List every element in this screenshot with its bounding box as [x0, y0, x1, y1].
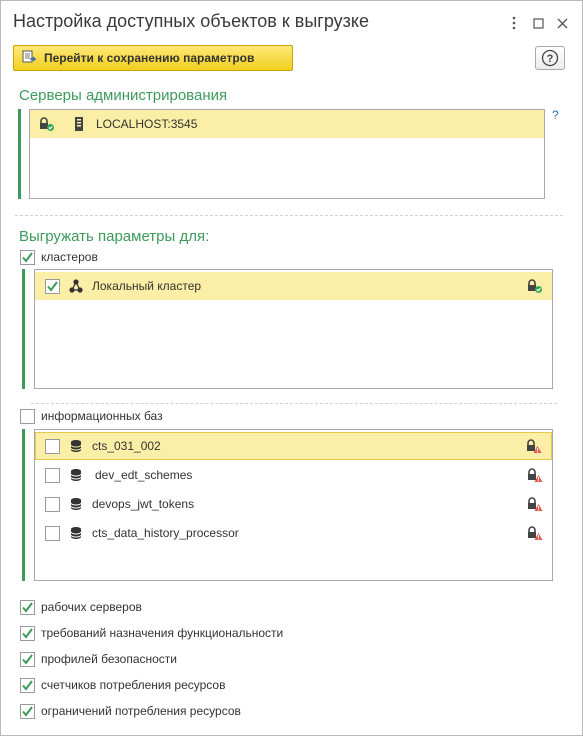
- lock-ok-icon: [38, 116, 56, 132]
- option-checkbox-row[interactable]: рабочих серверов: [20, 598, 142, 616]
- option-checkbox[interactable]: [20, 677, 35, 693]
- infobases-group-bar: [22, 429, 25, 581]
- divider: [15, 215, 563, 216]
- option-checkbox-row[interactable]: ограничений потребления ресурсов: [20, 702, 241, 720]
- lock-warning-icon: [525, 438, 543, 454]
- lock-warning-icon: [526, 525, 544, 541]
- export-for-title: Выгружать параметры для:: [19, 228, 210, 245]
- admin-servers-title: Серверы администрирования: [19, 87, 228, 104]
- clusters-group-bar: [22, 269, 25, 389]
- kebab-menu-icon[interactable]: [502, 13, 526, 33]
- clusters-checkbox[interactable]: [20, 249, 35, 265]
- infobases-list[interactable]: cts_031_002 dev_edt_schemes devops_jwt_t…: [34, 429, 553, 581]
- clusters-label: кластеров: [41, 250, 98, 264]
- infobase-item-checkbox[interactable]: [45, 467, 60, 483]
- infobase-item-label: devops_jwt_tokens: [92, 497, 195, 511]
- cluster-item-checkbox[interactable]: [45, 278, 60, 294]
- infobases-label: информационных баз: [41, 409, 163, 423]
- infobases-checkbox[interactable]: [20, 408, 35, 424]
- settings-window: Настройка доступных объектов к выгрузке …: [0, 0, 583, 736]
- option-checkbox[interactable]: [20, 625, 35, 641]
- database-icon: [70, 497, 82, 511]
- window-title: Настройка доступных объектов к выгрузке: [13, 11, 369, 31]
- list-item[interactable]: Локальный кластер: [35, 272, 552, 300]
- divider: [31, 403, 557, 404]
- list-item[interactable]: LOCALHOST:3545: [30, 110, 544, 138]
- infobase-item-label: cts_031_002: [92, 439, 161, 453]
- option-label: рабочих серверов: [41, 600, 142, 614]
- option-checkbox[interactable]: [20, 599, 35, 615]
- maximize-icon[interactable]: [526, 13, 550, 33]
- infobase-item-checkbox[interactable]: [45, 438, 60, 454]
- lock-ok-icon: [526, 278, 544, 294]
- help-button[interactable]: ?: [535, 46, 565, 70]
- help-icon: ?: [541, 49, 559, 67]
- database-icon: [70, 526, 82, 540]
- database-icon: [70, 468, 82, 482]
- close-icon[interactable]: [550, 13, 574, 33]
- admin-servers-list[interactable]: LOCALHOST:3545: [29, 109, 545, 199]
- save-settings-icon: [22, 50, 37, 67]
- option-checkbox-row[interactable]: требований назначения функциональности: [20, 624, 283, 642]
- option-label: ограничений потребления ресурсов: [41, 704, 241, 718]
- option-label: счетчиков потребления ресурсов: [41, 678, 226, 692]
- infobases-checkbox-row[interactable]: информационных баз: [20, 407, 163, 425]
- option-label: требований назначения функциональности: [41, 626, 284, 640]
- option-checkbox[interactable]: [20, 651, 35, 667]
- list-item[interactable]: devops_jwt_tokens: [35, 490, 552, 518]
- server-label: LOCALHOST:3545: [96, 117, 198, 131]
- window-controls: [502, 13, 574, 33]
- lock-warning-icon: [526, 496, 544, 512]
- infobase-item-label: cts_data_history_processor: [92, 526, 239, 540]
- save-settings-button[interactable]: Перейти к сохранению параметров: [13, 45, 293, 71]
- infobase-item-checkbox[interactable]: [45, 525, 60, 541]
- infobase-item-label: dev_edt_schemes: [95, 468, 193, 482]
- cluster-icon: [68, 278, 84, 294]
- option-checkbox[interactable]: [20, 703, 35, 719]
- database-icon: [70, 439, 82, 453]
- clusters-checkbox-row[interactable]: кластеров: [20, 248, 98, 266]
- clusters-list[interactable]: Локальный кластер: [34, 269, 553, 389]
- server-icon: [72, 116, 86, 132]
- cluster-item-label: Локальный кластер: [92, 279, 202, 293]
- save-settings-label: Перейти к сохранению параметров: [44, 51, 255, 65]
- option-checkbox-row[interactable]: счетчиков потребления ресурсов: [20, 676, 225, 694]
- lock-warning-icon: [526, 467, 544, 483]
- option-label: профилей безопасности: [41, 652, 177, 666]
- admin-servers-help-link[interactable]: ?: [552, 108, 559, 122]
- option-checkbox-row[interactable]: профилей безопасности: [20, 650, 177, 668]
- infobase-item-checkbox[interactable]: [45, 496, 60, 512]
- list-item[interactable]: dev_edt_schemes: [35, 461, 552, 489]
- list-item[interactable]: cts_data_history_processor: [35, 519, 552, 547]
- svg-text:?: ?: [547, 53, 554, 65]
- admin-servers-group-bar: [18, 109, 21, 199]
- list-item[interactable]: cts_031_002: [35, 432, 552, 460]
